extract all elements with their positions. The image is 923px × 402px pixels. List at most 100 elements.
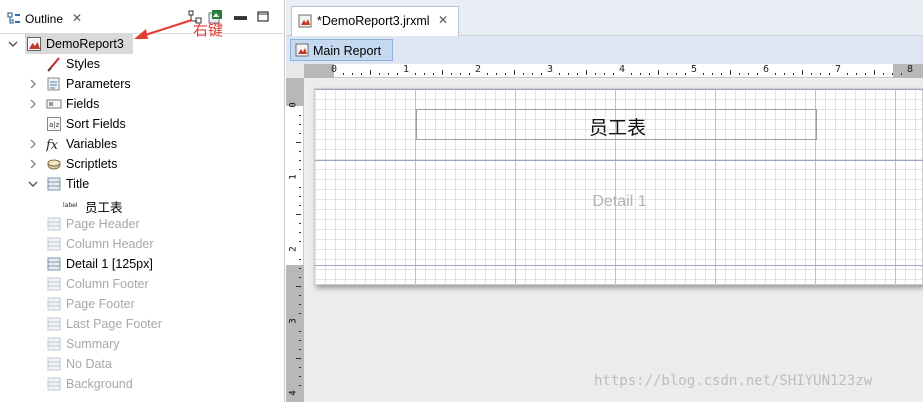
tab-demoreport3[interactable]: *DemoReport3.jrxml ✕ <box>291 6 459 36</box>
tree-item-title[interactable]: Title <box>0 174 284 194</box>
tree-item-page-footer[interactable]: Page Footer <box>0 294 284 314</box>
tree-item-styles[interactable]: Styles <box>0 54 284 74</box>
band-icon <box>46 356 62 372</box>
ruler-tick <box>784 73 785 75</box>
tree-item-variables[interactable]: fx Variables <box>0 134 284 154</box>
ruler-tick <box>649 73 650 75</box>
tree-item-label: Page Footer <box>66 297 135 311</box>
ruler-tick <box>640 73 641 75</box>
ruler-tick <box>604 73 605 75</box>
tree-item-page-header[interactable]: Page Header <box>0 214 284 234</box>
tab-label: *DemoReport3.jrxml <box>317 14 430 28</box>
ruler-number: 5 <box>691 64 698 75</box>
ruler-tick <box>820 73 821 75</box>
band-icon <box>46 316 62 332</box>
tree-item-label: Column Header <box>66 237 154 251</box>
ruler-number: 8 <box>907 64 914 75</box>
band-icon <box>46 256 62 272</box>
tree-item-sort-fields[interactable]: a|z Sort Fields <box>0 114 284 134</box>
ruler-tick <box>883 73 884 75</box>
tab-main-report[interactable]: Main Report <box>290 39 393 61</box>
ruler-tick <box>847 73 848 75</box>
tree-item-label: Background <box>66 377 133 391</box>
ruler-tick <box>595 73 596 75</box>
band-icon <box>46 236 62 252</box>
ruler-tick <box>874 70 875 75</box>
ruler-margin-left <box>304 64 334 78</box>
label-icon: label <box>63 196 79 212</box>
ruler-tick <box>748 73 749 75</box>
band-icon <box>46 336 62 352</box>
tree-item-label: Variables <box>66 137 118 151</box>
band-icon <box>46 176 62 192</box>
title-static-text[interactable]: 员工表 <box>416 109 817 140</box>
ruler-tick <box>442 70 443 75</box>
ruler-tick <box>299 376 301 377</box>
band-icon <box>46 276 62 292</box>
ruler-tick <box>370 70 371 75</box>
ruler-tick <box>793 73 794 75</box>
sort-fields-icon: a|z <box>46 116 62 132</box>
maximize-icon[interactable] <box>256 10 270 24</box>
title-band-separator[interactable] <box>315 160 923 161</box>
report-page[interactable]: 员工表 Detail 1 <box>314 88 923 286</box>
ruler-margin-bottom <box>286 265 304 402</box>
chevron-down-icon[interactable] <box>8 38 18 48</box>
ruler-tick <box>299 268 301 269</box>
tree-item-parameters[interactable]: Parameters <box>0 74 284 94</box>
close-icon[interactable]: ✕ <box>72 11 82 25</box>
tree-item-no-data[interactable]: No Data <box>0 354 284 374</box>
horizontal-ruler: 0 1 2 3 4 5 6 7 8 <box>304 64 923 78</box>
outline-panel: Outline ✕ ▬ 右键 DemoReport3 Styles Paramete… <box>0 0 285 402</box>
chevron-down-icon[interactable] <box>28 178 38 188</box>
tree-item-label: Sort Fields <box>66 117 126 131</box>
chevron-right-icon[interactable] <box>28 138 38 149</box>
tree-item-column-header[interactable]: Column Header <box>0 234 284 254</box>
ruler-tick <box>541 73 542 75</box>
ruler-tick <box>775 73 776 75</box>
vertical-ruler: 0 1 2 3 4 <box>286 78 304 402</box>
svg-text:fx: fx <box>46 138 59 152</box>
tree-item-detail-1-125px[interactable]: Detail 1 [125px] <box>0 254 284 274</box>
ruler-tick <box>532 73 533 75</box>
tree-item-[interactable]: label 员工表 <box>0 194 284 215</box>
chevron-right-icon[interactable] <box>28 78 38 89</box>
tree-item-demoreport3[interactable]: DemoReport3 <box>0 34 284 54</box>
chevron-right-icon[interactable] <box>28 158 38 169</box>
tree-item-scriptlets[interactable]: Scriptlets <box>0 154 284 174</box>
tree-item-column-footer[interactable]: Column Footer <box>0 274 284 294</box>
column-guide <box>895 89 896 286</box>
ruler-number: 3 <box>288 318 299 324</box>
design-canvas[interactable]: 员工表 Detail 1 <box>305 79 923 402</box>
ruler-tick <box>901 73 902 75</box>
tree-item-label: Detail 1 [125px] <box>66 257 153 271</box>
report-subtab-bar: Main Report <box>286 36 923 64</box>
ruler-tick <box>299 277 301 278</box>
ruler-tick <box>433 73 434 75</box>
ruler-tick <box>361 73 362 75</box>
band-icon <box>46 216 62 232</box>
tree-item-fields[interactable]: Fields <box>0 94 284 114</box>
ruler-tick <box>424 73 425 75</box>
ruler-tick <box>613 73 614 75</box>
ruler-tick <box>523 73 524 75</box>
outline-view-title[interactable]: Outline <box>25 12 63 26</box>
ruler-tick <box>299 295 301 296</box>
tree-item-label: Page Header <box>66 217 140 231</box>
ruler-tick <box>739 73 740 75</box>
tree-item-last-page-footer[interactable]: Last Page Footer <box>0 314 284 334</box>
close-tab-icon[interactable]: ✕ <box>438 13 448 27</box>
tree-item-summary[interactable]: Summary <box>0 334 284 354</box>
ruler-tick <box>514 70 515 75</box>
ruler-tick <box>802 70 803 75</box>
tree-item-background[interactable]: Background <box>0 374 284 394</box>
ruler-number: 1 <box>288 174 299 180</box>
ruler-tick <box>703 73 704 75</box>
scriptlets-icon <box>46 156 62 172</box>
chevron-right-icon[interactable] <box>28 98 38 109</box>
minimize-icon[interactable]: ▬ <box>234 8 248 23</box>
ruler-tick <box>299 313 301 314</box>
tree-item-label: Last Page Footer <box>66 317 162 331</box>
svg-text:label: label <box>63 202 78 209</box>
detail-band-separator[interactable] <box>315 265 923 266</box>
